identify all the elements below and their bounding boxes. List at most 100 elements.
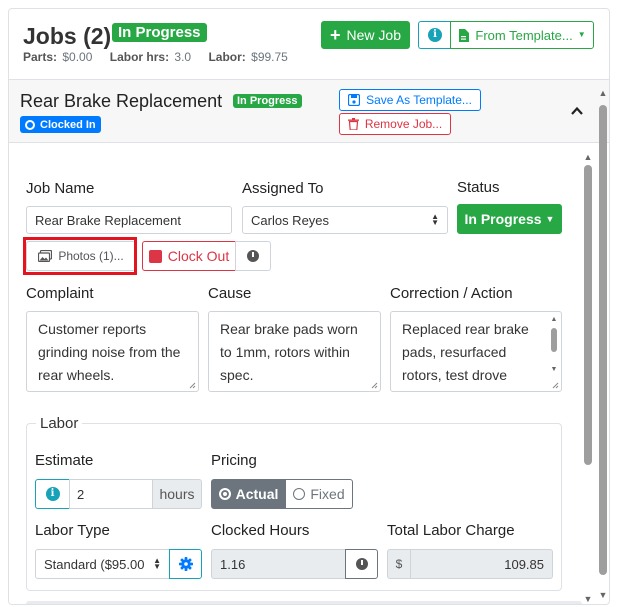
from-template-button[interactable]: From Template... ▼ [450,21,594,49]
clock-out-button[interactable]: Clock Out [142,241,236,271]
labor-value: $99.75 [251,50,288,64]
pricing-actual-option[interactable]: Actual [211,479,286,509]
job-card-header[interactable]: Rear Brake Replacement In Progress Clock… [9,79,609,143]
correction-label: Correction / Action [390,285,513,302]
complaint-label: Complaint [26,285,94,302]
labor-type-select[interactable]: Standard ($95.00 ▲ ▼ [35,549,170,579]
labor-hrs-value: 3.0 [174,50,192,64]
total-labor-label: Total Labor Charge [387,522,515,539]
scroll-down-icon[interactable]: ▼ [582,595,594,604]
estimate-info-button[interactable]: i [35,479,70,509]
radio-checked-icon [218,488,231,500]
select-caret-icon: ▲ ▼ [151,556,161,571]
job-name-label: Job Name [26,180,95,197]
select-caret-icon: ▲ ▼ [431,212,439,227]
outer-scrollbar[interactable]: ▲ ▼ [597,87,609,603]
time-history-button[interactable] [235,241,271,271]
new-job-label: New Job [346,27,401,43]
clock-icon [355,558,368,570]
jobs-status-badge: In Progress [112,23,207,42]
jobs-header: Jobs (2) In Progress Parts: $0.00 Labor … [9,9,609,79]
labor-type-settings-button[interactable] [169,549,202,579]
job-name-input[interactable]: Rear Brake Replacement [26,206,232,234]
photos-label: Photos (1)... [58,249,124,263]
parts-value: $0.00 [62,50,93,64]
pricing-actual-label: Actual [235,486,279,502]
cause-label: Cause [208,285,252,302]
scroll-up-icon[interactable]: ▲ [549,316,559,323]
remove-job-button[interactable]: Remove Job... [339,113,451,135]
labor-legend: Labor [36,415,83,432]
outer-scrollbar-thumb[interactable] [599,105,607,575]
jobs-summary: Parts: $0.00 Labor hrs: 3.0 Labor: $99.7… [23,50,302,64]
cause-textarea[interactable]: Rear brake pads worn to 1mm, rotors with… [208,311,381,392]
currency-addon: $ [387,549,411,579]
template-info-button[interactable]: i [418,21,451,49]
job-status-badge: In Progress [233,94,302,108]
assigned-to-value: Carlos Reyes [251,212,330,228]
correction-scrollbar[interactable]: ▲ ▼ [549,316,559,386]
scroll-down-icon[interactable]: ▼ [549,366,559,373]
correction-scrollbar-thumb[interactable] [551,328,557,352]
status-dropdown-button[interactable]: In Progress ▼ [457,204,562,234]
chevron-up-icon[interactable] [570,104,584,118]
correction-textarea[interactable]: Replaced rear brake pads, resurfaced rot… [390,311,562,392]
job-body: Job Name Rear Brake Replacement Assigned… [9,143,597,604]
gear-icon [178,557,193,571]
jobs-title: Jobs (2) [23,23,112,49]
clocked-hours-label: Clocked Hours [211,522,310,539]
hours-addon: hours [152,479,202,509]
inner-scrollbar-thumb[interactable] [584,165,592,465]
pricing-fixed-option[interactable]: Fixed [285,479,353,509]
cause-value: Rear brake pads worn to 1mm, rotors with… [220,321,358,383]
radio-unchecked-icon [293,488,306,500]
clock-icon [247,250,259,262]
clock-out-label: Clock Out [167,248,230,264]
new-job-button[interactable]: + New Job [321,21,410,49]
pricing-label: Pricing [211,452,257,469]
plus-icon: + [330,25,341,45]
labor-hrs-label: Labor hrs: [109,50,170,64]
next-section-edge [26,601,582,604]
estimate-input[interactable]: 2 [69,479,153,509]
trash-icon [347,118,359,130]
complaint-textarea[interactable]: Customer reports grinding noise from the… [26,311,199,392]
complaint-value: Customer reports grinding noise from the… [38,321,181,383]
pricing-fixed-label: Fixed [310,486,345,502]
clocked-hours-input: 1.16 [211,549,346,579]
job-title: Rear Brake Replacement [20,91,223,111]
clocked-in-badge: Clocked In [20,116,101,133]
clocked-in-label: Clocked In [40,118,96,131]
caret-down-icon: ▼ [545,213,555,224]
clocked-hours-history-button[interactable] [345,549,378,579]
assigned-to-select[interactable]: Carlos Reyes ▲ ▼ [242,206,448,234]
labor-type-label: Labor Type [35,522,110,539]
images-icon [38,250,53,262]
clock-icon [25,119,35,130]
resize-grip-icon[interactable] [188,381,196,389]
remove-job-label: Remove Job... [364,117,443,131]
parts-label: Parts: [23,50,58,64]
labor-label: Labor: [208,50,246,64]
caret-down-icon: ▼ [577,30,586,39]
info-icon: i [45,487,60,501]
status-label: Status [457,179,500,196]
scroll-up-icon[interactable]: ▲ [597,89,609,98]
photos-button[interactable]: Photos (1)... [26,241,136,271]
file-icon [459,28,470,42]
scroll-up-icon[interactable]: ▲ [582,153,594,162]
inner-scrollbar[interactable]: ▲ ▼ [582,151,594,604]
stop-icon [148,249,162,263]
info-icon: i [428,28,442,42]
resize-grip-icon[interactable] [370,381,378,389]
from-template-label: From Template... [475,27,573,43]
resize-grip-icon[interactable] [551,381,559,389]
jobs-panel: Jobs (2) In Progress Parts: $0.00 Labor … [8,8,610,605]
total-labor-input: 109.85 [410,549,553,579]
scroll-down-icon[interactable]: ▼ [597,591,609,600]
save-as-template-button[interactable]: Save As Template... [339,89,481,111]
assigned-to-label: Assigned To [242,180,324,197]
save-icon [348,94,361,106]
save-as-template-label: Save As Template... [366,93,472,107]
estimate-label: Estimate [35,452,94,469]
